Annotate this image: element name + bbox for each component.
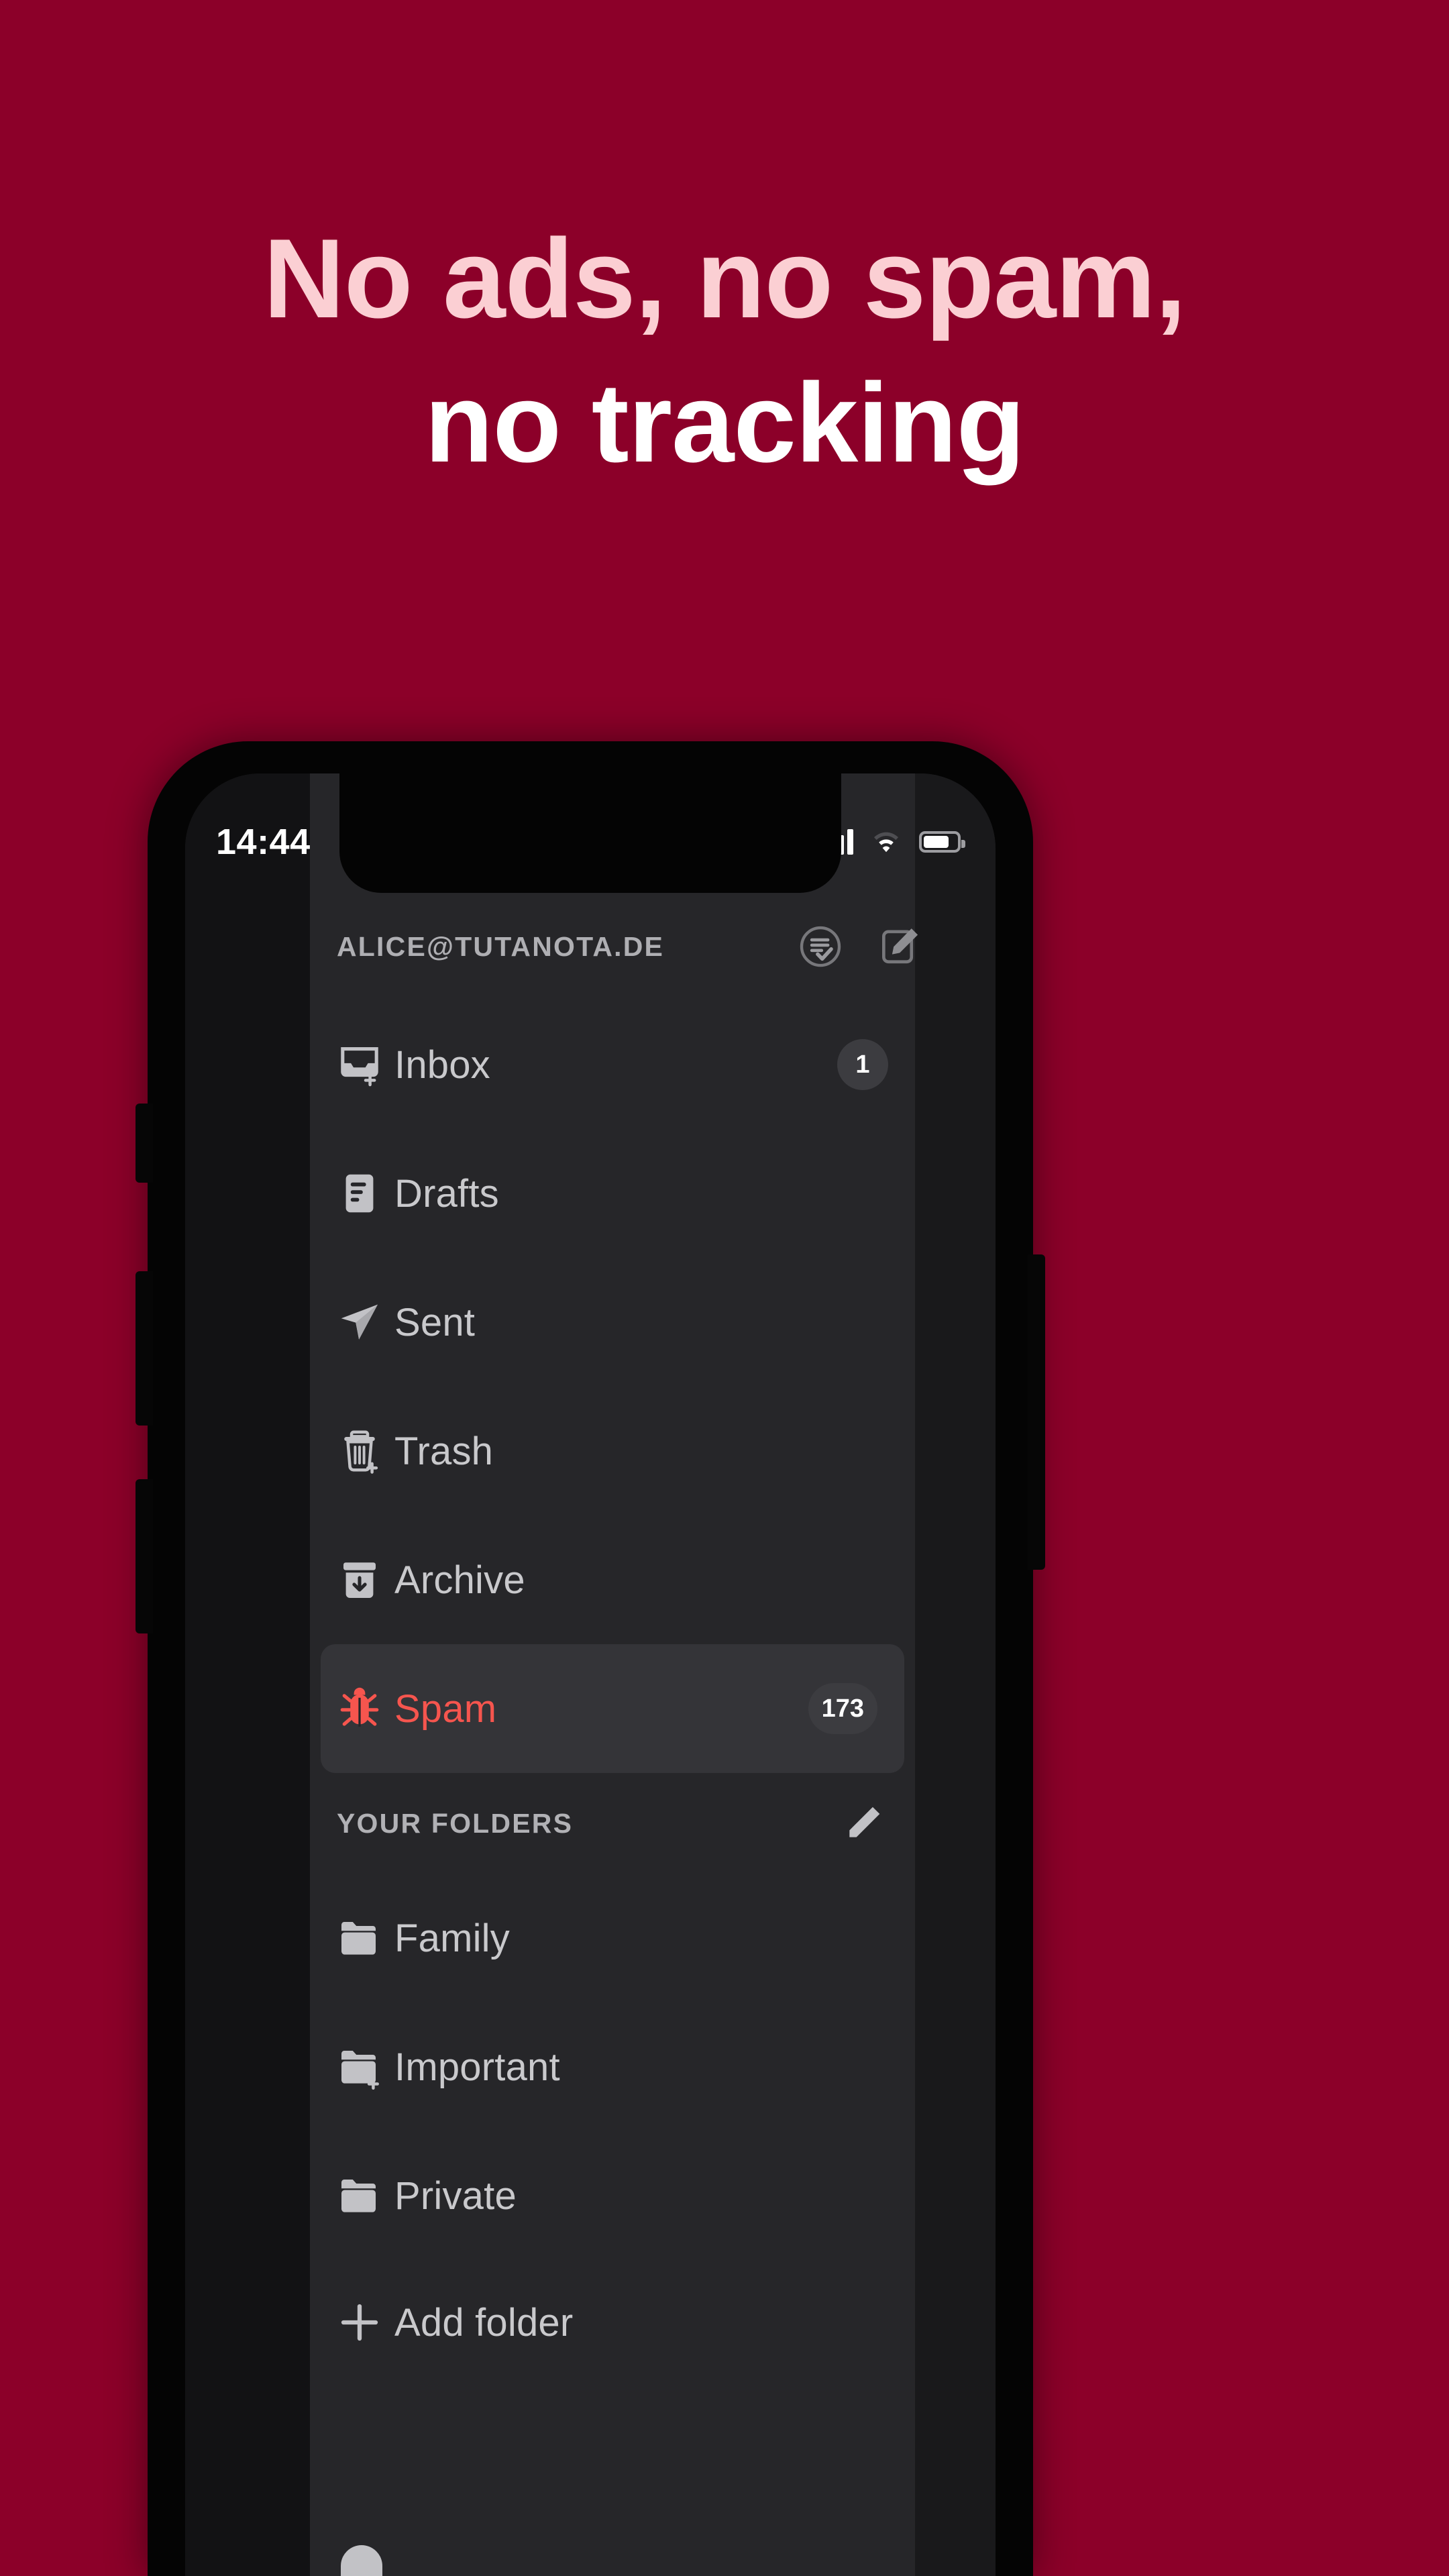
add-folder-button[interactable]: Add folder — [310, 2260, 915, 2385]
headline-line-1: No ads, no spam, — [263, 215, 1187, 341]
folder-row-archive[interactable]: Archive — [310, 1515, 915, 1644]
folder-row-trash[interactable]: Trash — [310, 1387, 915, 1515]
folder-label: Drafts — [394, 1171, 499, 1216]
folder-row-sent[interactable]: Sent — [310, 1258, 915, 1387]
folder-row-spam[interactable]: Spam 173 — [321, 1644, 904, 1773]
folder-label: Family — [394, 1916, 510, 1960]
add-folder-label: Add folder — [394, 2300, 574, 2345]
phone-mockup: ALICE@TUTANOTA.DE Inbox 1 Drafts Sent Tr… — [134, 741, 1368, 2576]
volume-down-button[interactable] — [136, 1479, 153, 1633]
folder-row-important[interactable]: Important — [310, 2002, 915, 2131]
drawer-header-actions — [790, 893, 924, 1000]
section-title: YOUR FOLDERS — [337, 1807, 574, 1839]
drawer-handle[interactable] — [341, 2545, 382, 2576]
unread-badge: 173 — [808, 1683, 877, 1734]
folder-label: Spam — [394, 1686, 497, 1731]
headline-line-2: no tracking — [424, 360, 1025, 486]
battery-icon — [919, 831, 965, 853]
wifi-icon — [871, 830, 902, 854]
folder-row-family[interactable]: Family — [310, 1874, 915, 2002]
inbox-icon — [325, 1040, 394, 1089]
silence-switch-button[interactable] — [136, 1104, 153, 1183]
folder-icon — [325, 2043, 394, 2091]
compose-icon[interactable] — [877, 923, 924, 970]
folder-row-drafts[interactable]: Drafts — [310, 1129, 915, 1258]
page-title: No ads, no spam, no tracking — [0, 221, 1449, 481]
folder-row-private[interactable]: Private — [310, 2131, 915, 2260]
folder-label: Trash — [394, 1429, 494, 1473]
phone-body: ALICE@TUTANOTA.DE Inbox 1 Drafts Sent Tr… — [136, 741, 1045, 2576]
folder-row-inbox[interactable]: Inbox 1 — [310, 1000, 915, 1129]
folder-label: Inbox — [394, 1042, 490, 1087]
folder-icon — [325, 1914, 394, 1962]
folder-label: Important — [394, 2045, 560, 2089]
folder-icon — [325, 2171, 394, 2220]
folder-label: Archive — [394, 1558, 525, 1602]
folder-label: Sent — [394, 1300, 476, 1344]
pencil-icon[interactable] — [843, 1803, 884, 1844]
folder-label: Private — [394, 2174, 517, 2218]
section-your-folders: YOUR FOLDERS — [310, 1773, 915, 1874]
power-button[interactable] — [1028, 1254, 1045, 1570]
phone-screen: ALICE@TUTANOTA.DE Inbox 1 Drafts Sent Tr… — [185, 773, 996, 2576]
phone-notch — [339, 773, 841, 893]
archive-icon — [325, 1556, 394, 1604]
unread-badge: 1 — [837, 1039, 888, 1090]
mail-list-behind — [915, 773, 996, 2576]
drafts-icon — [325, 1169, 394, 1218]
drawer-left-rail — [185, 773, 310, 2576]
status-time: 14:44 — [216, 822, 311, 862]
account-email[interactable]: ALICE@TUTANOTA.DE — [337, 931, 664, 963]
sent-icon — [325, 1298, 394, 1346]
mark-all-read-icon[interactable] — [797, 923, 844, 970]
volume-up-button[interactable] — [136, 1271, 153, 1426]
spam-bug-icon — [325, 1684, 394, 1733]
folder-drawer: ALICE@TUTANOTA.DE Inbox 1 Drafts Sent Tr… — [310, 773, 915, 2576]
trash-icon — [325, 1427, 394, 1475]
plus-icon — [325, 2298, 394, 2347]
